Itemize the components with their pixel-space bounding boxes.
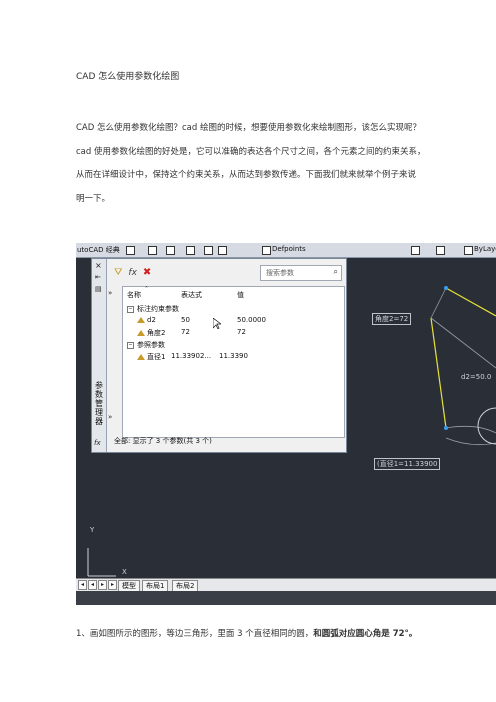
document-title: CAD 怎么使用参数化绘图: [76, 72, 180, 82]
close-icon[interactable]: ×: [95, 261, 102, 270]
bylayer-dropdown[interactable]: ByLaye: [474, 245, 496, 253]
next-tab-icon[interactable]: ▸: [98, 580, 107, 590]
fx-icon: fx: [94, 439, 101, 447]
layer-color-icon[interactable]: [262, 246, 271, 255]
dimension-constraint-icon: [137, 316, 145, 323]
angle-constraint-label[interactable]: 角度2=72: [372, 313, 412, 325]
diameter-reference-label[interactable]: (直径1=11.33900: [374, 458, 441, 470]
grip-point[interactable]: [444, 426, 448, 430]
palette-toolbar: ⛛ fx ✖: [114, 267, 174, 281]
cad-toolbar: utoCAD 经典 Defpoints ByLaye: [76, 243, 496, 258]
toolbar-icon[interactable]: [436, 246, 445, 255]
prev-tab-icon[interactable]: ◂: [88, 580, 97, 590]
first-tab-icon[interactable]: ◂: [78, 580, 87, 590]
x-axis-label: X: [122, 568, 127, 576]
intro-paragraph: CAD 怎么使用参数化绘图？cad 绘图的时候，想要使用参数化来绘制图形，该怎么…: [76, 117, 448, 211]
parameters-manager-palette: × ⇤ ▤ 参数管理器 fx ⛛ fx ✖ 搜索参数 ⌕ » » 名称 ˄ 表达式 …: [91, 258, 347, 453]
param-expression[interactable]: 50: [181, 316, 190, 324]
paragraph-line: 从而在详细设计中，保持这个约束关系，从而达到参数传递。下面我们就来就举个例子来说: [76, 170, 417, 180]
delete-icon[interactable]: ✖: [143, 267, 151, 278]
reference-parameter-icon: [137, 353, 145, 360]
properties-icon[interactable]: ▤: [95, 285, 102, 293]
table-row[interactable]: 角度2 72 72: [123, 328, 344, 338]
toolbar-icon[interactable]: [204, 246, 213, 255]
expand-filter-icon[interactable]: »: [108, 289, 112, 297]
auto-hide-icon[interactable]: ⇤: [95, 273, 101, 281]
column-header-expression[interactable]: 表达式: [181, 290, 202, 300]
guide-line: [430, 317, 496, 369]
ucs-icon: [87, 548, 116, 577]
toolbar-icon[interactable]: [166, 246, 175, 255]
length-constraint-label[interactable]: d2=50.0: [461, 373, 491, 381]
param-name: 直径1: [147, 353, 166, 361]
arc-guide: [445, 437, 496, 446]
palette-title-strip: × ⇤ ▤ 参数管理器 fx: [92, 259, 107, 452]
sort-caret-icon: ˄: [145, 286, 148, 293]
toolbar-icon[interactable]: [186, 246, 195, 255]
circle-entity: [477, 407, 496, 445]
toolbar-icon[interactable]: [148, 246, 157, 255]
arc-guide: [445, 425, 496, 434]
triangle-edge-top: [445, 287, 496, 317]
dimension-constraint-icon: [137, 329, 145, 336]
param-value: 72: [237, 328, 246, 336]
guide-line: [430, 287, 447, 319]
mouse-cursor-icon: [213, 318, 221, 329]
group-label: 标注约束参数: [137, 305, 179, 313]
toolbar-icon[interactable]: [218, 246, 227, 255]
caption-text: 1、画如图所示的图形，等边三角形，里面 3 个直径相同的圆，: [76, 629, 314, 639]
layout-tabs-bar: ◂ ◂ ▸ ▸ 模型 布局1 布局2: [76, 578, 496, 592]
parameters-grid: 名称 ˄ 表达式 值 − 标注约束参数 d2 50 50.0000 角度2 72 …: [122, 286, 345, 438]
column-header-name[interactable]: 名称: [127, 290, 141, 300]
layer-dropdown[interactable]: Defpoints: [272, 245, 306, 253]
grip-point[interactable]: [444, 286, 448, 290]
toolbar-icon[interactable]: [411, 246, 420, 255]
caption-bold-text: 和圆弧对应圆心角是 72°。: [313, 629, 418, 639]
triangle-edge-left: [430, 317, 447, 429]
param-name: d2: [147, 316, 156, 324]
param-value: 50.0000: [237, 316, 266, 324]
palette-vertical-title: 参数管理器: [95, 381, 103, 426]
table-row[interactable]: 直径1 11.33902... 11.3390: [123, 352, 344, 362]
last-tab-icon[interactable]: ▸: [108, 580, 117, 590]
y-axis-label: Y: [90, 526, 95, 534]
param-expression[interactable]: 72: [181, 328, 190, 336]
param-value: 11.3390: [219, 352, 248, 360]
paragraph-line: 明一下。: [76, 193, 111, 204]
autocad-screenshot: utoCAD 经典 Defpoints ByLaye 角度2=72 d2=50.…: [76, 243, 496, 605]
figure-caption: 1、画如图所示的图形，等边三角形，里面 3 个直径相同的圆，和圆弧对应圆心角是 …: [76, 627, 417, 639]
search-icon[interactable]: ⌕: [334, 267, 338, 277]
expand-filter-icon[interactable]: »: [108, 413, 112, 421]
filter-icon[interactable]: ⛛: [114, 267, 122, 278]
search-placeholder: 搜索参数: [266, 269, 294, 277]
paragraph-line: cad 使用参数化绘图的好处是，它可以准确的表达各个尺寸之间，各个元素之间的约束…: [76, 146, 426, 157]
workspace-name[interactable]: utoCAD 经典: [77, 245, 120, 255]
paragraph-line: CAD 怎么使用参数化绘图？cad 绘图的时候，想要使用参数化来绘制图形，该怎么…: [76, 123, 421, 133]
new-parameter-icon[interactable]: fx: [128, 268, 137, 278]
group-label: 参照参数: [137, 341, 165, 349]
group-row[interactable]: − 标注约束参数: [123, 304, 344, 314]
search-parameters-input[interactable]: 搜索参数 ⌕: [260, 265, 342, 281]
collapse-icon[interactable]: −: [127, 342, 134, 349]
group-row[interactable]: − 参照参数: [123, 340, 344, 350]
param-name: 角度2: [147, 329, 166, 337]
column-header-value[interactable]: 值: [237, 290, 244, 300]
param-expression[interactable]: 11.33902...: [171, 352, 211, 360]
table-row[interactable]: d2 50 50.0000: [123, 316, 344, 326]
color-swatch-icon[interactable]: [464, 246, 473, 255]
palette-status: 全部: 显示了 3 个参数(共 3 个): [114, 437, 212, 445]
status-bar: [76, 591, 496, 605]
collapse-icon[interactable]: −: [127, 306, 134, 313]
toolbar-icon[interactable]: [126, 246, 135, 255]
